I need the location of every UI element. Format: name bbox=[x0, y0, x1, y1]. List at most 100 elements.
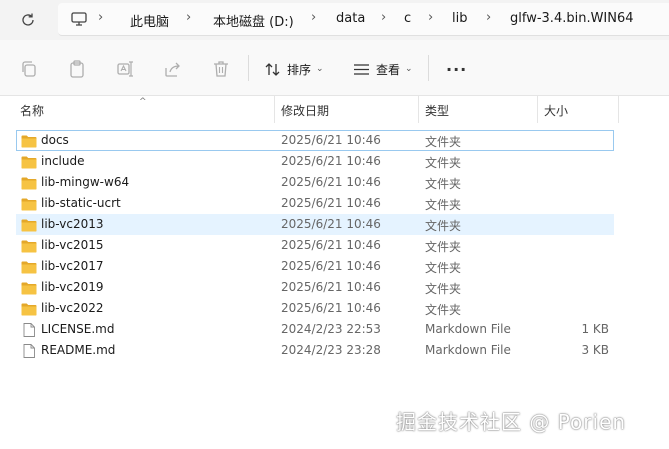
file-name: lib-mingw-w64 bbox=[41, 175, 130, 189]
chevron-right-icon[interactable]: › bbox=[98, 10, 103, 25]
list-item[interactable]: lib-mingw-w64 2025/6/21 10:46 文件夹 bbox=[16, 172, 614, 193]
file-type: 文件夹 bbox=[425, 261, 462, 275]
sort-label: 排序 bbox=[287, 62, 312, 77]
file-name: lib-vc2015 bbox=[41, 238, 104, 252]
breadcrumb-item-lib[interactable]: lib bbox=[452, 11, 467, 26]
file-name: lib-vc2017 bbox=[41, 259, 104, 273]
file-name: lib-vc2013 bbox=[41, 217, 104, 231]
breadcrumb-item-glfw[interactable]: glfw-3.4.bin.WIN64 bbox=[510, 11, 634, 26]
column-header-row: 名称 修改日期 类型 大小 bbox=[0, 96, 669, 123]
list-item[interactable]: lib-vc2013 2025/6/21 10:46 文件夹 bbox=[16, 214, 614, 235]
view-icon bbox=[354, 63, 369, 75]
file-date: 2024/2/23 23:28 bbox=[281, 343, 381, 357]
list-item[interactable]: lib-static-ucrt 2025/6/21 10:46 文件夹 bbox=[16, 193, 614, 214]
file-date: 2025/6/21 10:46 bbox=[281, 154, 381, 168]
chevron-right-icon[interactable]: › bbox=[311, 10, 316, 25]
folder-icon bbox=[21, 282, 37, 295]
file-name: lib-vc2019 bbox=[41, 280, 104, 294]
sort-button[interactable]: 排序 ⌄ bbox=[264, 58, 324, 80]
list-item[interactable]: docs 2025/6/21 10:46 文件夹 bbox=[16, 130, 614, 151]
chevron-down-icon: ⌄ bbox=[405, 64, 413, 74]
file-date: 2025/6/21 10:46 bbox=[281, 133, 381, 147]
chevron-right-icon[interactable]: › bbox=[381, 10, 386, 25]
file-date: 2025/6/21 10:46 bbox=[281, 217, 381, 231]
column-resize-handle[interactable] bbox=[537, 96, 538, 123]
file-date: 2025/6/21 10:46 bbox=[281, 238, 381, 252]
file-name: lib-static-ucrt bbox=[41, 196, 121, 210]
column-header-name[interactable]: 名称 bbox=[20, 102, 44, 119]
file-type: 文件夹 bbox=[425, 240, 462, 254]
file-type: 文件夹 bbox=[425, 282, 462, 296]
delete-icon[interactable] bbox=[211, 59, 231, 79]
file-type: 文件夹 bbox=[425, 198, 462, 212]
column-resize-handle[interactable] bbox=[274, 96, 275, 123]
folder-icon bbox=[21, 303, 37, 316]
chevron-down-icon: ⌄ bbox=[316, 64, 324, 74]
refresh-button[interactable] bbox=[17, 9, 39, 31]
paste-icon[interactable] bbox=[67, 59, 87, 79]
breadcrumb-item-drive-d[interactable]: 本地磁盘 (D:) bbox=[213, 11, 294, 30]
computer-icon[interactable] bbox=[70, 10, 88, 28]
rename-icon[interactable] bbox=[116, 59, 136, 79]
file-type: 文件夹 bbox=[425, 177, 462, 191]
document-icon bbox=[23, 344, 35, 358]
chevron-right-icon[interactable]: › bbox=[428, 10, 433, 25]
file-size: 1 KB bbox=[581, 322, 609, 336]
view-button[interactable]: 查看 ⌄ bbox=[353, 58, 413, 80]
file-name: lib-vc2022 bbox=[41, 301, 104, 315]
breadcrumb-item-c[interactable]: c bbox=[404, 11, 411, 26]
refresh-icon bbox=[22, 13, 34, 26]
file-date: 2025/6/21 10:46 bbox=[281, 175, 381, 189]
folder-icon bbox=[21, 177, 37, 190]
sort-icon bbox=[265, 62, 280, 76]
column-header-type[interactable]: 类型 bbox=[425, 102, 449, 119]
file-date: 2024/2/23 22:53 bbox=[281, 322, 381, 336]
folder-icon bbox=[21, 219, 37, 232]
toolbar-divider bbox=[428, 55, 429, 81]
file-date: 2025/6/21 10:46 bbox=[281, 301, 381, 315]
chevron-right-icon[interactable]: › bbox=[486, 10, 491, 25]
file-name: README.md bbox=[41, 343, 116, 357]
toolbar-divider bbox=[248, 55, 249, 81]
file-type: 文件夹 bbox=[425, 303, 462, 317]
file-type: Markdown File bbox=[425, 343, 511, 357]
file-name: docs bbox=[41, 133, 69, 147]
command-bar: 排序 ⌄ 查看 ⌄ ··· bbox=[0, 40, 669, 96]
chevron-right-icon[interactable]: › bbox=[186, 10, 191, 25]
file-size: 3 KB bbox=[581, 343, 609, 357]
file-type: 文件夹 bbox=[425, 219, 462, 233]
breadcrumb[interactable]: › 此电脑 › 本地磁盘 (D:) › data › c › lib › glf… bbox=[58, 3, 669, 36]
list-item[interactable]: include 2025/6/21 10:46 文件夹 bbox=[16, 151, 614, 172]
list-item[interactable]: LICENSE.md 2024/2/23 22:53 Markdown File 1 … bbox=[16, 319, 614, 340]
document-icon bbox=[23, 323, 35, 337]
breadcrumb-item-data[interactable]: data bbox=[336, 11, 365, 26]
folder-icon bbox=[21, 156, 37, 169]
column-header-date[interactable]: 修改日期 bbox=[281, 102, 329, 119]
column-resize-handle[interactable] bbox=[418, 96, 419, 123]
file-date: 2025/6/21 10:46 bbox=[281, 196, 381, 210]
file-date: 2025/6/21 10:46 bbox=[281, 259, 381, 273]
column-header-size[interactable]: 大小 bbox=[544, 102, 568, 119]
file-type: 文件夹 bbox=[425, 156, 462, 170]
breadcrumb-item-this-pc[interactable]: 此电脑 bbox=[130, 11, 169, 30]
share-icon[interactable] bbox=[163, 59, 183, 79]
file-name: include bbox=[41, 154, 85, 168]
file-date: 2025/6/21 10:46 bbox=[281, 280, 381, 294]
file-type: 文件夹 bbox=[425, 135, 462, 149]
list-item[interactable]: lib-vc2019 2025/6/21 10:46 文件夹 bbox=[16, 277, 614, 298]
folder-icon bbox=[21, 135, 37, 148]
list-item[interactable]: lib-vc2015 2025/6/21 10:46 文件夹 bbox=[16, 235, 614, 256]
list-item[interactable]: lib-vc2022 2025/6/21 10:46 文件夹 bbox=[16, 298, 614, 319]
column-resize-handle[interactable] bbox=[618, 96, 619, 123]
more-options-icon[interactable]: ··· bbox=[446, 60, 467, 79]
list-item[interactable]: README.md 2024/2/23 23:28 Markdown File 3 K… bbox=[16, 340, 614, 361]
folder-icon bbox=[21, 240, 37, 253]
folder-icon bbox=[21, 261, 37, 274]
watermark: 掘金技术社区 @ Porien bbox=[396, 410, 627, 434]
address-bar-row: › 此电脑 › 本地磁盘 (D:) › data › c › lib › glf… bbox=[0, 0, 669, 40]
list-item[interactable]: lib-vc2017 2025/6/21 10:46 文件夹 bbox=[16, 256, 614, 277]
copy-icon[interactable] bbox=[19, 59, 39, 79]
view-label: 查看 bbox=[376, 62, 401, 77]
folder-icon bbox=[21, 198, 37, 211]
file-name: LICENSE.md bbox=[41, 322, 115, 336]
